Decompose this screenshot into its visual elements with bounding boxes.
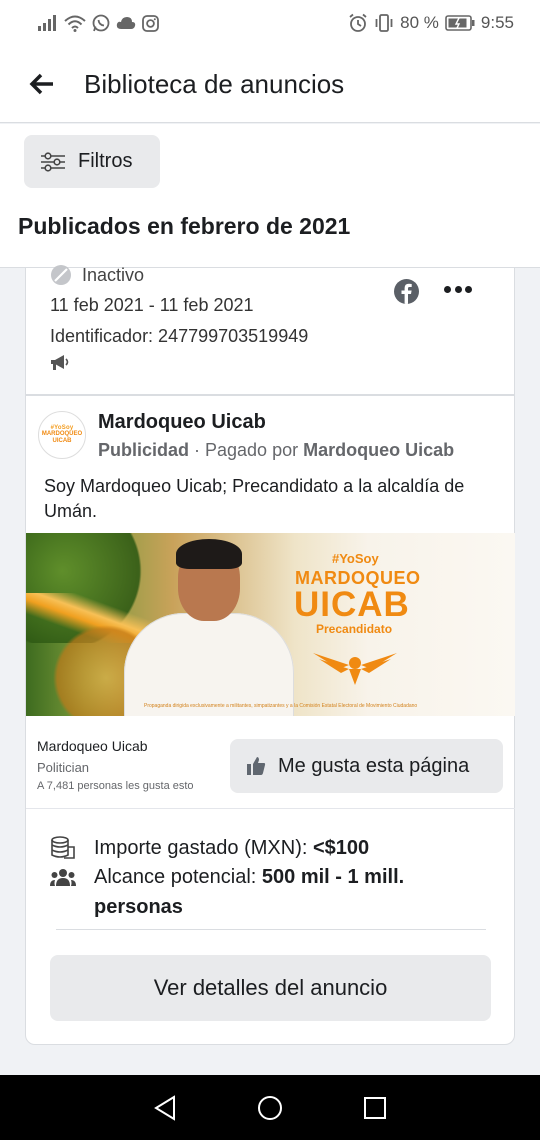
spend-label: Importe gastado (MXN): [94, 836, 313, 859]
spend-value: <$100 [312, 836, 370, 859]
inactive-status-icon [51, 265, 71, 285]
page-category: Politician [37, 760, 90, 775]
creative-name-line2: UICAB [294, 585, 410, 624]
cloud-icon [116, 16, 136, 30]
candidate-body [124, 613, 294, 716]
reach-text: Alcance potencial: 500 mil - 1 mill. per… [94, 862, 434, 922]
filters-button[interactable]: Filtros [24, 135, 160, 188]
creative-hashtag: #YoSoy [332, 551, 379, 566]
battery-icon [445, 15, 475, 31]
divider [56, 929, 486, 930]
signal-icon [38, 15, 58, 31]
sponsor-label: Publicidad [98, 440, 190, 460]
page-likes: A 7,481 personas les gusta esto [37, 780, 194, 792]
reach-label: Alcance potencial: [94, 866, 262, 888]
wifi-icon [64, 15, 86, 32]
ad-status-text: Inactivo [82, 264, 145, 285]
spend-text: Importe gastado (MXN): <$100 [94, 837, 369, 860]
sponsor-name[interactable]: Mardoqueo Uicab [303, 440, 454, 460]
coins-stack-icon [51, 836, 75, 859]
system-nav-bar [0, 1075, 540, 1140]
facebook-icon [394, 279, 419, 304]
ad-card: #YoSoy MARDOQUEO UICAB Mardoqueo Uicab P… [25, 395, 515, 1045]
nav-back-icon[interactable] [153, 1094, 177, 1121]
ad-creative-image[interactable]: #YoSoy MARDOQUEO UICAB Precandidato Prop… [26, 533, 515, 716]
battery-percent: 80 % [400, 13, 439, 32]
status-bar: 80 % 9:55 [0, 0, 540, 46]
sponsor-sep: · Pagado por [189, 440, 304, 460]
advertiser-name[interactable]: Mardoqueo Uicab [98, 411, 266, 434]
vibrate-icon [374, 14, 394, 32]
filters-label: Filtros [78, 150, 133, 172]
instagram-icon [142, 14, 159, 32]
clock: 9:55 [480, 13, 514, 32]
ad-status-row: Inactivo [50, 264, 144, 286]
alarm-icon [348, 13, 368, 33]
creative-role: Precandidato [316, 622, 393, 636]
ad-card-previous: Inactivo 11 feb 2021 - 11 feb 2021 Ident… [25, 265, 515, 395]
divider [26, 808, 515, 809]
reach-row: Alcance potencial: 500 mil - 1 mill. per… [50, 862, 434, 922]
advertiser-avatar[interactable]: #YoSoy MARDOQUEO UICAB [38, 411, 86, 459]
people-icon [50, 869, 76, 886]
page-name[interactable]: Mardoqueo Uicab [37, 738, 148, 754]
nav-recents-icon[interactable] [363, 1096, 387, 1120]
like-page-button[interactable]: Me gusta esta página [230, 739, 503, 793]
megaphone-icon [50, 354, 70, 377]
more-dots-icon[interactable] [444, 284, 472, 294]
view-ad-details-button[interactable]: Ver detalles del anuncio [50, 955, 491, 1021]
like-page-label: Me gusta esta página [278, 754, 470, 777]
back-arrow-icon [29, 73, 53, 95]
app-bar: Biblioteca de anuncios [0, 46, 540, 123]
section-title: Publicados en febrero de 2021 [18, 213, 351, 239]
status-bar-left [38, 14, 159, 32]
thumbs-up-icon [247, 757, 266, 775]
nav-home-icon[interactable] [257, 1095, 283, 1121]
creative-disclaimer: Propaganda dirigida exclusivamente a mil… [144, 703, 418, 709]
filter-sliders-icon [41, 151, 65, 172]
spend-row: Importe gastado (MXN): <$100 [50, 836, 369, 860]
sponsor-line: Publicidad · Pagado por Mardoqueo Uicab [98, 440, 454, 461]
avatar-main-text: MARDOQUEO UICAB [41, 431, 83, 444]
ad-identifier: Identificador: 247799703519949 [50, 326, 309, 346]
whatsapp-icon [92, 14, 110, 32]
page-title: Biblioteca de anuncios [84, 68, 345, 99]
back-button[interactable] [0, 46, 84, 123]
ad-body-text: Soy Mardoqueo Uicab; Precandidato a la a… [44, 476, 465, 521]
filters-area: Filtros Publicados en febrero de 2021 [0, 124, 540, 268]
ad-date-range: 11 feb 2021 - 11 feb 2021 [50, 295, 254, 315]
eagle-emblem-icon [313, 653, 397, 685]
status-bar-right: 80 % 9:55 [348, 13, 514, 33]
